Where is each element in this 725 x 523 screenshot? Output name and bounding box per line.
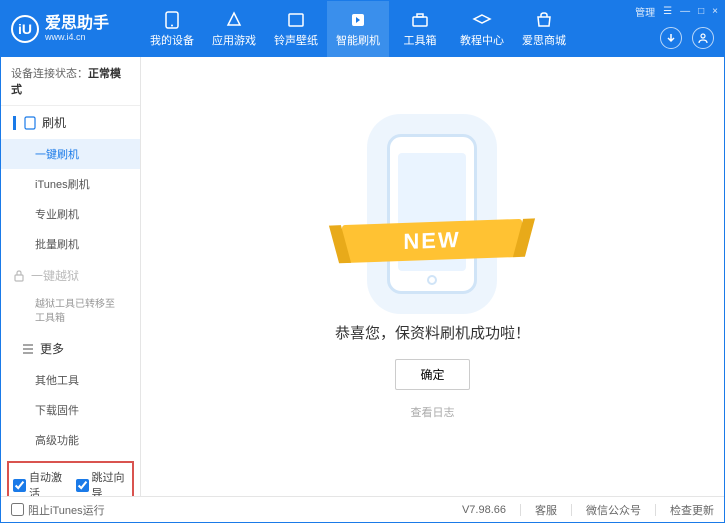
options-box: 自动激活 跳过向导 [7,461,134,496]
close-button[interactable]: × [712,6,718,17]
nav-label: 铃声壁纸 [274,32,318,48]
nav-wallpaper[interactable]: 铃声壁纸 [265,1,327,57]
sidebar-item-oneclick[interactable]: 一键刷机 [1,139,140,169]
sidebar-title: 更多 [40,340,64,357]
nav-label: 我的设备 [150,32,194,48]
tutorial-icon [472,11,492,29]
footer-right: V7.98.66 客服 微信公众号 检查更新 [462,502,714,518]
nav-tutorial[interactable]: 教程中心 [451,1,513,57]
block-itunes-checkbox[interactable]: 阻止iTunes运行 [11,502,105,518]
sidebar-head-more[interactable]: 更多 [1,332,140,365]
maximize-button[interactable]: □ [698,6,704,17]
wallpaper-icon [286,11,306,29]
nav-label: 应用游戏 [212,32,256,48]
body: 设备连接状态：正常模式 刷机 一键刷机 iTunes刷机 专业刷机 批量刷机 一… [1,57,724,496]
sidebar-head-flash[interactable]: 刷机 [1,106,140,139]
sidebar-item-itunes[interactable]: iTunes刷机 [1,169,140,199]
titlebar-controls: 管理 ☰ — □ × [635,4,718,19]
sidebar-group-more: 更多 其他工具 下载固件 高级功能 [1,332,140,455]
success-message: 恭喜您，保资料刷机成功啦！ [335,322,530,343]
phone-icon [162,11,182,29]
app-window: iU 爱思助手 www.i4.cn 我的设备 应用游戏 铃声壁纸 智能刷机 [0,0,725,523]
accent-bar [13,116,16,130]
check-update-link[interactable]: 检查更新 [670,502,714,518]
logo-area: iU 爱思助手 www.i4.cn [1,15,141,43]
toolbox-icon [410,11,430,29]
new-ribbon: NEW [342,218,522,262]
sidebar-item-pro[interactable]: 专业刷机 [1,199,140,229]
phone-small-icon [24,116,36,130]
phone-illustration: NEW [362,134,502,304]
main-content: NEW 恭喜您，保资料刷机成功啦！ 确定 查看日志 [141,57,724,496]
jailbreak-note: 越狱工具已转移至 工具箱 [1,292,140,332]
minimize-button[interactable]: — [680,6,690,17]
nav-apps[interactable]: 应用游戏 [203,1,265,57]
user-button[interactable] [692,27,714,49]
nav-label: 工具箱 [404,32,437,48]
sidebar-item-other[interactable]: 其他工具 [1,365,140,395]
store-icon [534,11,554,29]
lock-icon [13,270,25,282]
sidebar-item-firmware[interactable]: 下载固件 [1,395,140,425]
nav-toolbox[interactable]: 工具箱 [389,1,451,57]
sidebar: 设备连接状态：正常模式 刷机 一键刷机 iTunes刷机 专业刷机 批量刷机 一… [1,57,141,496]
sidebar-item-batch[interactable]: 批量刷机 [1,229,140,259]
nav-label: 智能刷机 [336,32,380,48]
nav-label: 爱思商城 [522,32,566,48]
view-log-link[interactable]: 查看日志 [335,404,530,420]
auto-activate-checkbox[interactable]: 自动激活 [13,469,66,496]
menu-button[interactable]: ☰ [663,6,672,17]
sidebar-group-jailbreak: 一键越狱 越狱工具已转移至 工具箱 [1,259,140,332]
apps-icon [224,11,244,29]
divider [571,504,572,516]
download-button[interactable] [660,27,682,49]
sidebar-item-advanced[interactable]: 高级功能 [1,425,140,455]
ok-button[interactable]: 确定 [395,359,469,390]
footer: 阻止iTunes运行 V7.98.66 客服 微信公众号 检查更新 [1,496,724,522]
menu-icon [22,344,34,354]
divider [520,504,521,516]
wechat-link[interactable]: 微信公众号 [586,502,641,518]
sidebar-group-flash: 刷机 一键刷机 iTunes刷机 专业刷机 批量刷机 [1,106,140,259]
version-label: V7.98.66 [462,504,506,516]
nav-flash[interactable]: 智能刷机 [327,1,389,57]
divider [655,504,656,516]
sidebar-title: 刷机 [42,114,66,131]
nav-my-device[interactable]: 我的设备 [141,1,203,57]
support-link[interactable]: 客服 [535,502,557,518]
app-name: 爱思助手 [45,16,109,32]
sidebar-head-jailbreak: 一键越狱 [1,259,140,292]
nav-store[interactable]: 爱思商城 [513,1,575,57]
flash-icon [348,11,368,29]
connection-status: 设备连接状态：正常模式 [1,57,140,106]
header-right [660,27,714,49]
sidebar-title: 一键越狱 [31,267,79,284]
header: iU 爱思助手 www.i4.cn 我的设备 应用游戏 铃声壁纸 智能刷机 [1,1,724,57]
app-url: www.i4.cn [45,32,109,42]
logo-icon: iU [11,15,39,43]
result-panel: NEW 恭喜您，保资料刷机成功啦！ 确定 查看日志 [335,134,530,420]
main-nav: 我的设备 应用游戏 铃声壁纸 智能刷机 工具箱 教程中心 [141,1,575,57]
skip-guide-checkbox[interactable]: 跳过向导 [76,469,129,496]
nav-label: 教程中心 [460,32,504,48]
settings-button[interactable]: 管理 [635,4,655,19]
